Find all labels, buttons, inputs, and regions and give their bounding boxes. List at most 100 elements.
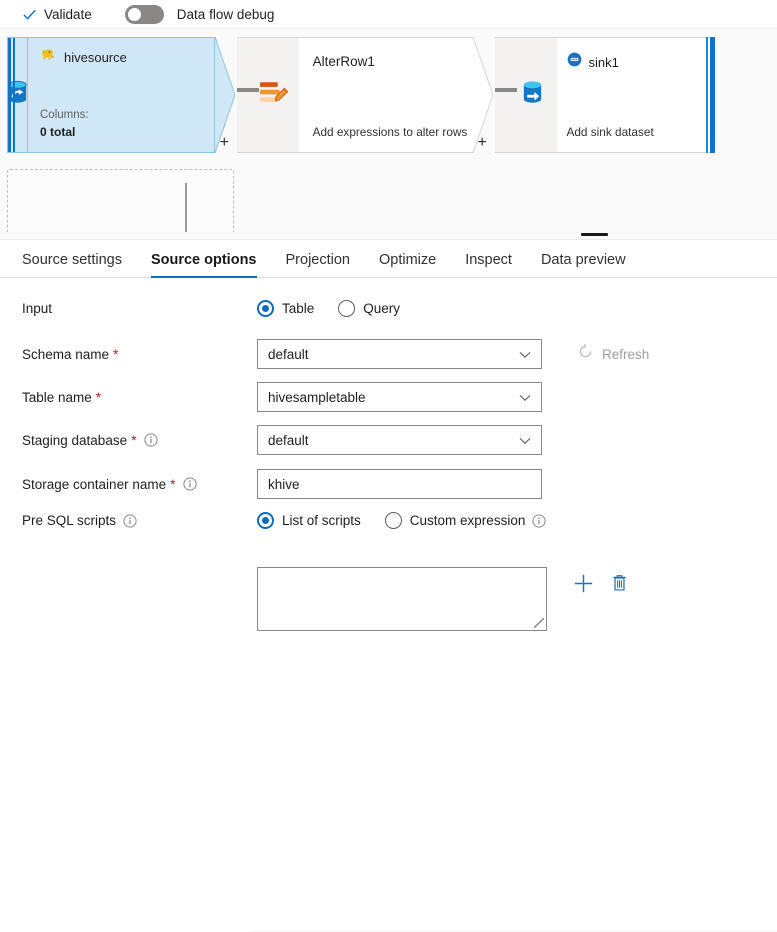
schema-name-control: default Refresh <box>257 339 649 369</box>
source-node-name: hivesource <box>64 50 127 65</box>
add-script-button[interactable] <box>573 573 594 594</box>
chevron-down-icon <box>519 433 531 448</box>
sink-node-title: sink1 <box>567 52 619 72</box>
refresh-icon <box>577 343 594 365</box>
chevron-down-icon <box>519 390 531 405</box>
alterrow-node-description: Add expressions to alter rows <box>313 125 468 139</box>
radio-custom-expression-control[interactable] <box>385 512 402 529</box>
table-name-required: * <box>96 390 101 404</box>
staging-database-label-text: Staging database <box>22 433 127 448</box>
staging-database-value: default <box>268 433 309 448</box>
delete-script-button[interactable] <box>610 573 629 593</box>
script-textarea[interactable] <box>257 567 547 631</box>
add-connector-source[interactable]: + <box>220 135 229 151</box>
toggle-knob <box>128 8 141 21</box>
source-columns-label: Columns: <box>40 109 89 121</box>
alterrow-node-name: AlterRow1 <box>313 54 375 69</box>
radio-query-label: Query <box>363 301 400 316</box>
tab-projection[interactable]: Projection <box>286 252 350 277</box>
storage-container-name-value: khive <box>268 477 300 492</box>
row-storage-container-name: Storage container name * khive <box>22 469 762 499</box>
source-columns-value: 0 total <box>40 124 89 140</box>
schema-name-required: * <box>113 347 118 361</box>
validate-label: Validate <box>44 7 92 22</box>
radio-list-of-scripts-control[interactable] <box>257 512 274 529</box>
refresh-button[interactable]: Refresh <box>577 343 649 365</box>
pre-sql-scripts-label-text: Pre SQL scripts <box>22 513 116 528</box>
radio-query-control[interactable] <box>338 300 355 317</box>
radio-custom-expression-label: Custom expression <box>410 513 526 528</box>
radio-list-of-scripts[interactable]: List of scripts <box>257 512 361 529</box>
info-icon[interactable] <box>183 477 197 491</box>
pre-sql-scripts-radio-group: List of scripts Custom expression <box>257 512 570 529</box>
input-label: Input <box>22 301 257 316</box>
radio-input-table[interactable]: Table <box>257 300 314 317</box>
add-connector-alterrow[interactable]: + <box>478 135 487 151</box>
table-name-label-text: Table name <box>22 390 92 405</box>
data-flow-debug-label: Data flow debug <box>177 7 275 22</box>
dataflow-placeholder-box[interactable] <box>7 169 234 232</box>
splitter-grabber[interactable] <box>581 233 608 236</box>
staging-database-required: * <box>131 433 136 447</box>
storage-container-name-control: khive <box>257 469 542 499</box>
table-name-label: Table name * <box>22 390 257 405</box>
settings-tabs: Source settings Source options Projectio… <box>0 240 777 278</box>
alterrow-node-chevron: + <box>473 37 495 153</box>
source-node-chevron: + <box>215 37 237 153</box>
storage-container-name-required: * <box>170 477 175 491</box>
tab-inspect[interactable]: Inspect <box>465 252 512 277</box>
radio-custom-expression[interactable]: Custom expression <box>385 512 547 529</box>
radio-table-control[interactable] <box>257 300 274 317</box>
resize-grip-icon[interactable] <box>534 618 544 628</box>
storage-container-name-label-text: Storage container name <box>22 477 166 492</box>
row-staging-database: Staging database * default <box>22 425 762 455</box>
sink-node-name: sink1 <box>589 55 619 70</box>
radio-table-label: Table <box>282 301 314 316</box>
source-node-title: hivesource <box>40 47 204 67</box>
tab-source-settings[interactable]: Source settings <box>22 252 122 277</box>
connector-line-2 <box>495 88 517 92</box>
row-schema-name: Schema name * default Refresh <box>22 339 762 369</box>
radio-input-query[interactable]: Query <box>338 300 400 317</box>
schema-name-dropdown[interactable]: default <box>257 339 542 369</box>
info-icon[interactable] <box>144 433 158 447</box>
info-icon[interactable] <box>123 514 137 528</box>
transform-icon-slot <box>237 37 299 153</box>
alter-row-icon <box>259 79 289 111</box>
storage-container-name-input[interactable]: khive <box>257 469 542 499</box>
sink-icon-slot <box>495 37 557 153</box>
sink-database-icon <box>520 79 545 111</box>
table-name-control: hivesampletable <box>257 382 542 412</box>
table-name-value: hivesampletable <box>268 390 366 405</box>
dataflow-node-source[interactable]: hivesource Columns: 0 total <box>7 37 215 153</box>
validate-button[interactable]: Validate <box>22 7 92 22</box>
refresh-label: Refresh <box>602 347 649 362</box>
panel-splitter[interactable] <box>0 232 777 240</box>
info-icon[interactable] <box>532 514 546 528</box>
data-flow-debug-toggle[interactable]: Data flow debug <box>125 5 275 24</box>
source-node-body: hivesource Columns: 0 total <box>28 38 214 152</box>
chevron-down-icon <box>519 347 531 362</box>
source-options-form: Input Table Query Schema name * default <box>0 278 777 661</box>
staging-database-control: default <box>257 425 542 455</box>
staging-database-dropdown[interactable]: default <box>257 425 542 455</box>
radio-list-of-scripts-label: List of scripts <box>282 513 361 528</box>
dataflow-node-alterrow[interactable]: AlterRow1 Add expressions to alter rows <box>299 37 473 153</box>
input-label-text: Input <box>22 301 52 316</box>
row-script-editor <box>22 567 762 631</box>
source-database-icon <box>5 79 30 111</box>
dataflow-canvas[interactable]: hivesource Columns: 0 total + <box>0 28 777 232</box>
row-input: Input Table Query <box>22 300 762 317</box>
schema-name-label-text: Schema name <box>22 347 109 362</box>
placeholder-cursor <box>185 183 187 232</box>
tab-optimize[interactable]: Optimize <box>379 252 436 277</box>
table-name-dropdown[interactable]: hivesampletable <box>257 382 542 412</box>
tab-source-options[interactable]: Source options <box>151 252 257 277</box>
script-editor-control <box>257 567 629 631</box>
input-radio-group: Table Query <box>257 300 424 317</box>
schema-name-label: Schema name * <box>22 347 257 362</box>
toggle-track[interactable] <box>125 5 164 24</box>
storage-container-name-label: Storage container name * <box>22 477 257 492</box>
dataflow-node-sink[interactable]: sink1 Add sink dataset <box>557 37 716 153</box>
tab-data-preview[interactable]: Data preview <box>541 252 626 277</box>
